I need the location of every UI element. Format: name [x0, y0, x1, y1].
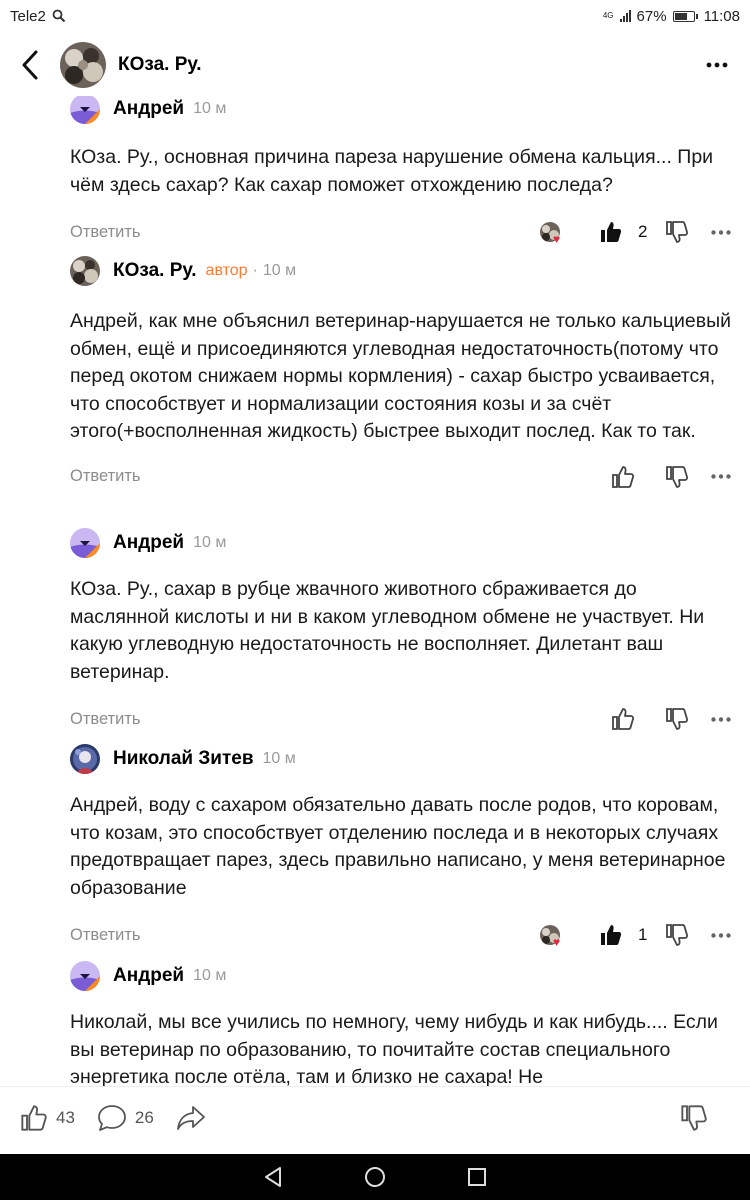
more-dots-icon[interactable]: [708, 464, 734, 490]
channel-title[interactable]: КОза. Ру.: [118, 54, 702, 76]
network-type: 4G: [602, 11, 614, 20]
back-arrow-icon[interactable]: [18, 49, 42, 81]
comment-text: Андрей, воду с сахаром обязательно дават…: [70, 794, 726, 899]
comment: Андрей 10 м КОза. Ру., основная причина …: [70, 96, 734, 249]
thumbs-up-icon[interactable]: [598, 219, 624, 245]
comment-bubble-icon: [98, 1104, 126, 1131]
avatar[interactable]: [70, 96, 100, 124]
more-dots-icon[interactable]: [708, 706, 734, 732]
heart-icon: ♥: [553, 232, 561, 246]
avatar[interactable]: [70, 961, 100, 991]
reply-button[interactable]: Ответить: [70, 467, 141, 486]
comment: Андрей 10 м Николай, мы все учились по н…: [70, 959, 734, 1086]
comment-author[interactable]: Андрей: [113, 98, 184, 120]
thumbs-down-icon[interactable]: [664, 706, 690, 732]
like-count: 2: [638, 222, 648, 241]
carrier-label: Tele2: [10, 7, 46, 25]
like-count: 1: [638, 925, 648, 944]
reactor-avatar[interactable]: ♥: [540, 222, 560, 245]
more-dots-icon[interactable]: [708, 219, 734, 245]
share-arrow-icon: [176, 1105, 205, 1130]
channel-avatar[interactable]: [60, 42, 106, 88]
comments-button[interactable]: 26: [97, 1104, 154, 1132]
post-like-button[interactable]: 43: [20, 1104, 75, 1132]
reply-button[interactable]: Ответить: [70, 710, 141, 729]
comment-time: 10 м: [193, 534, 227, 551]
comment-text: Николай, мы все учились по немногу, чему…: [70, 1011, 718, 1086]
thumbs-up-icon[interactable]: [610, 706, 636, 732]
comment-time: 10 м: [262, 750, 296, 767]
comment-text: КОза. Ру., сахар в рубце жвачного животн…: [70, 578, 705, 683]
more-dots-icon[interactable]: [708, 922, 734, 948]
signal-icon: [619, 10, 631, 22]
nav-home-icon[interactable]: [355, 1157, 395, 1197]
comment-author[interactable]: Николай Зитев: [113, 748, 254, 770]
comment-author[interactable]: Андрей: [113, 965, 184, 987]
comment-time: 10 м: [193, 967, 227, 984]
android-nav-bar: [0, 1154, 750, 1200]
avatar[interactable]: [70, 256, 100, 286]
status-bar: Tele2 4G 67% 11:08: [0, 0, 750, 32]
bottom-action-bar: 43 26: [0, 1086, 750, 1148]
more-dots-icon[interactable]: [702, 50, 732, 80]
heart-icon: ♥: [553, 935, 561, 949]
reactor-avatar[interactable]: ♥: [540, 925, 560, 948]
search-icon: [52, 9, 66, 23]
comments-count: 26: [134, 1107, 154, 1127]
comments-list: Андрей 10 м КОза. Ру., основная причина …: [0, 96, 750, 1086]
comment: Николай Зитев 10 м Андрей, воду с сахаро…: [70, 742, 734, 952]
comment-time: 10 м: [262, 262, 297, 279]
reply-button[interactable]: Ответить: [70, 223, 141, 242]
comment-time: 10 м: [193, 100, 227, 117]
thumbs-down-icon[interactable]: [664, 219, 690, 245]
comment: КОза. Ру. автор · 10 м Андрей, как мне о…: [70, 254, 734, 494]
avatar[interactable]: [70, 744, 100, 774]
avatar[interactable]: [70, 528, 100, 558]
nav-recents-icon[interactable]: [457, 1157, 497, 1197]
thumbs-down-icon: [681, 1104, 707, 1131]
reply-button[interactable]: Ответить: [70, 926, 141, 945]
app-header: КОза. Ру.: [0, 34, 750, 96]
nav-back-icon[interactable]: [253, 1157, 293, 1197]
thumbs-up-icon[interactable]: [610, 464, 636, 490]
comment-author[interactable]: Андрей: [113, 532, 184, 554]
thumbs-down-icon[interactable]: [664, 922, 690, 948]
comment: Андрей 10 м КОза. Ру., сахар в рубце жва…: [70, 526, 734, 736]
comment-author[interactable]: КОза. Ру.: [113, 260, 197, 282]
author-badge: автор: [205, 262, 248, 279]
thumbs-up-icon[interactable]: [598, 922, 624, 948]
separator-dot: ·: [252, 262, 258, 279]
comment-text: КОза. Ру., основная причина пареза наруш…: [70, 146, 714, 196]
battery-icon: [672, 10, 698, 22]
comment-text: Андрей, как мне объяснил ветеринар-наруш…: [70, 310, 732, 442]
post-like-count: 43: [56, 1107, 75, 1127]
clock: 11:08: [703, 7, 740, 25]
post-dislike-button[interactable]: [680, 1104, 708, 1132]
share-button[interactable]: [176, 1105, 206, 1131]
thumbs-up-icon: [21, 1104, 47, 1131]
battery-percent: 67%: [636, 7, 667, 25]
thumbs-down-icon[interactable]: [664, 464, 690, 490]
